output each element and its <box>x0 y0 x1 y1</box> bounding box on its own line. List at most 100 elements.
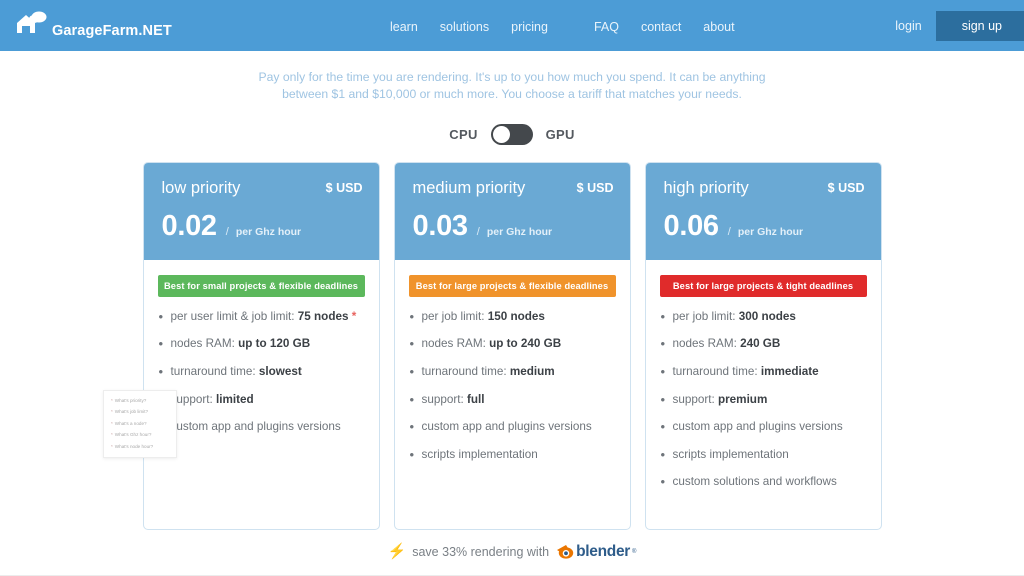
card-feature-value: limited <box>215 392 254 406</box>
card-feature-item: custom app and plugins versions <box>660 419 867 435</box>
intro-text: Pay only for the time you are rendering.… <box>0 69 1024 104</box>
card-feature-value: medium <box>509 364 555 378</box>
faq-quick-link[interactable]: * What's Ghz hour? <box>111 432 171 439</box>
card-feature-item: per user limit & job limit: 75 nodes * <box>158 309 365 325</box>
pricing-cards-container: low priority $ USD 0.02 / per Ghz hour B… <box>0 161 1024 530</box>
nav-item-pricing[interactable]: pricing <box>511 20 548 34</box>
card-feature-item: turnaround time: slowest <box>158 364 365 380</box>
blender-promo-row: ⚡ save 33% rendering with blender ® <box>0 543 1024 561</box>
card-feature-item: scripts implementation <box>409 447 616 463</box>
blender-registered-mark: ® <box>632 548 637 555</box>
card-header: low priority $ USD 0.02 / per Ghz hour <box>143 162 379 260</box>
card-feature-item: custom app and plugins versions <box>409 419 616 435</box>
card-price: 0.06 <box>663 209 720 242</box>
blender-promo-text: save 33% rendering with <box>412 544 550 559</box>
faq-bullet-icon: * <box>111 443 113 449</box>
pricing-card-high-priority[interactable]: high priority $ USD 0.06 / per Ghz hour … <box>644 161 882 530</box>
card-feature-item: custom solutions and workflows <box>660 474 867 490</box>
card-feature-value: 240 GB <box>740 337 781 351</box>
pricing-card-low-priority[interactable]: low priority $ USD 0.02 / per Ghz hour B… <box>142 161 380 530</box>
card-badge: Best for small projects & flexible deadl… <box>157 274 365 297</box>
faq-quick-link[interactable]: * What's node hour? <box>111 444 171 451</box>
toggle-knob <box>492 125 510 143</box>
card-feature-item: turnaround time: medium <box>409 364 616 380</box>
card-body: Best for large projects & tight deadline… <box>646 260 881 529</box>
card-price-row: 0.06 / per Ghz hour <box>664 210 863 243</box>
card-price-row: 0.03 / per Ghz hour <box>413 210 612 243</box>
card-header: medium priority $ USD 0.03 / per Ghz hou… <box>394 162 630 260</box>
card-header: high priority $ USD 0.06 / per Ghz hour <box>645 162 881 260</box>
card-price-unit: per Ghz hour <box>235 225 302 238</box>
brand-name: GarageFarm.NET <box>52 22 172 39</box>
card-feature-item: support: full <box>409 392 616 408</box>
card-currency: $ USD <box>827 180 865 195</box>
card-price-unit: per Ghz hour <box>486 225 553 238</box>
card-feature-item: support: premium <box>660 392 867 408</box>
faq-bullet-icon: * <box>111 398 113 403</box>
toggle-label-gpu[interactable]: GPU <box>546 127 575 142</box>
account-actions: login sign up <box>895 0 1024 51</box>
card-feature-value: 300 nodes <box>738 309 796 323</box>
cpu-gpu-toggle-row: CPU GPU <box>0 123 1024 145</box>
card-body: Best for small projects & flexible deadl… <box>144 260 379 529</box>
card-feature-item: nodes RAM: up to 120 GB <box>158 336 365 352</box>
card-price: 0.02 <box>161 209 218 242</box>
faq-bullet-icon: * <box>111 432 113 438</box>
card-currency: $ USD <box>576 180 614 195</box>
nav-item-contact[interactable]: contact <box>641 20 681 34</box>
nav-item-solutions[interactable]: solutions <box>440 20 489 34</box>
card-badge: Best for large projects & tight deadline… <box>659 274 867 297</box>
nav-item-faq[interactable]: FAQ <box>594 20 619 34</box>
pricing-card-medium-priority[interactable]: medium priority $ USD 0.03 / per Ghz hou… <box>393 161 631 530</box>
faq-quick-link[interactable]: * What's a node? <box>111 421 171 428</box>
primary-nav: learn solutions pricing FAQ contact abou… <box>390 20 757 34</box>
card-feature-value: up to 120 GB <box>238 337 311 351</box>
signup-button[interactable]: sign up <box>935 10 1024 41</box>
intro-line-2: between $1 and $10,000 or much more. You… <box>282 87 742 102</box>
card-feature-item: turnaround time: immediate <box>660 364 867 380</box>
card-price-slash: / <box>727 225 731 238</box>
blender-mark-icon <box>557 545 574 559</box>
card-feature-item: scripts implementation <box>660 447 867 463</box>
card-price: 0.03 <box>412 209 469 242</box>
card-feature-value: 75 nodes <box>297 309 349 323</box>
card-feature-value: slowest <box>258 364 302 378</box>
blender-wordmark: blender <box>576 542 631 560</box>
card-feature-list: per user limit & job limit: 75 nodes * no… <box>158 309 365 435</box>
card-body: Best for large projects & flexible deadl… <box>395 260 630 529</box>
top-navigation-bar: GarageFarm.NET learn solutions pricing F… <box>0 0 1024 51</box>
faq-quick-link[interactable]: * What's job limit? <box>111 409 171 416</box>
card-feature-value: up to 240 GB <box>489 337 562 351</box>
card-feature-list: per job limit: 150 nodes nodes RAM: up to… <box>409 309 616 463</box>
card-feature-value: immediate <box>760 364 819 378</box>
login-link[interactable]: login <box>895 19 921 33</box>
nav-item-about[interactable]: about <box>703 20 734 34</box>
card-feature-item: nodes RAM: 240 GB <box>660 336 867 352</box>
card-feature-item: nodes RAM: up to 240 GB <box>409 336 616 352</box>
lightning-bolt-icon: ⚡ <box>387 543 407 561</box>
faq-bullet-icon: * <box>111 409 113 415</box>
faq-quick-links-box[interactable]: * What's priority? * What's job limit? * What… <box>103 390 177 459</box>
card-price-slash: / <box>225 225 229 238</box>
footnote-asterisk: * <box>348 309 357 323</box>
card-feature-item: per job limit: 300 nodes <box>660 309 867 325</box>
card-badge: Best for large projects & flexible deadl… <box>408 274 616 297</box>
garage-cloud-logo-icon <box>14 9 48 39</box>
card-feature-item: custom app and plugins versions <box>158 419 365 435</box>
toggle-label-cpu[interactable]: CPU <box>449 127 477 142</box>
card-feature-item: support: limited <box>158 392 365 408</box>
cpu-gpu-toggle-switch[interactable] <box>490 123 533 145</box>
card-feature-value: premium <box>717 392 768 406</box>
blender-logo[interactable]: blender ® <box>555 543 636 561</box>
intro-line-1: Pay only for the time you are rendering.… <box>258 70 766 84</box>
card-price-unit: per Ghz hour <box>737 225 804 238</box>
card-feature-value: 150 nodes <box>487 309 545 323</box>
card-feature-value: full <box>466 392 485 406</box>
nav-item-learn[interactable]: learn <box>390 20 418 34</box>
card-feature-item: per job limit: 150 nodes <box>409 309 616 325</box>
faq-quick-link[interactable]: * What's priority? <box>111 398 171 405</box>
brand-logo-link[interactable]: GarageFarm.NET <box>14 0 172 51</box>
card-currency: $ USD <box>325 180 363 195</box>
card-feature-list: per job limit: 300 nodes nodes RAM: 240 G… <box>660 309 867 491</box>
faq-bullet-icon: * <box>111 420 113 426</box>
